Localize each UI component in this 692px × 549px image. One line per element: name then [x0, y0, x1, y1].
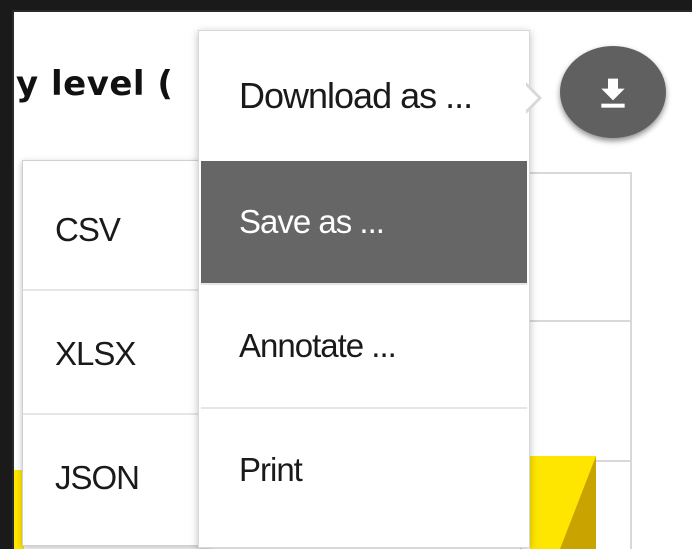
page-title: y level (: [16, 64, 174, 104]
submenu-item-label: JSON: [55, 459, 140, 496]
download-menu: Download as ... Save as ... Annotate ...…: [198, 30, 530, 548]
download-button[interactable]: [560, 46, 666, 138]
menu-item-annotate[interactable]: Annotate ...: [201, 285, 527, 409]
download-icon: [601, 78, 625, 108]
menu-item-print[interactable]: Print: [201, 409, 527, 533]
submenu-item-xlsx[interactable]: XLSX: [23, 291, 209, 415]
submenu-item-label: CSV: [55, 211, 121, 248]
table-row-divider: [522, 320, 630, 322]
submenu-item-csv[interactable]: CSV: [23, 167, 209, 291]
format-submenu: CSV XLSX JSON: [22, 160, 210, 546]
screenshot-frame: y level ( CSV XLSX JSON Download as ... …: [0, 0, 692, 549]
menu-pointer-arrow-fill: [524, 84, 538, 112]
menu-item-label: Print: [239, 451, 303, 488]
submenu-item-json[interactable]: JSON: [23, 415, 209, 539]
menu-header-label: Download as ...: [239, 75, 473, 116]
submenu-item-label: XLSX: [55, 335, 136, 372]
menu-item-label: Save as ...: [239, 203, 385, 240]
menu-item-label: Annotate ...: [239, 327, 397, 364]
menu-item-download-as[interactable]: Download as ...: [199, 31, 529, 161]
menu-item-save-as[interactable]: Save as ...: [201, 161, 527, 285]
